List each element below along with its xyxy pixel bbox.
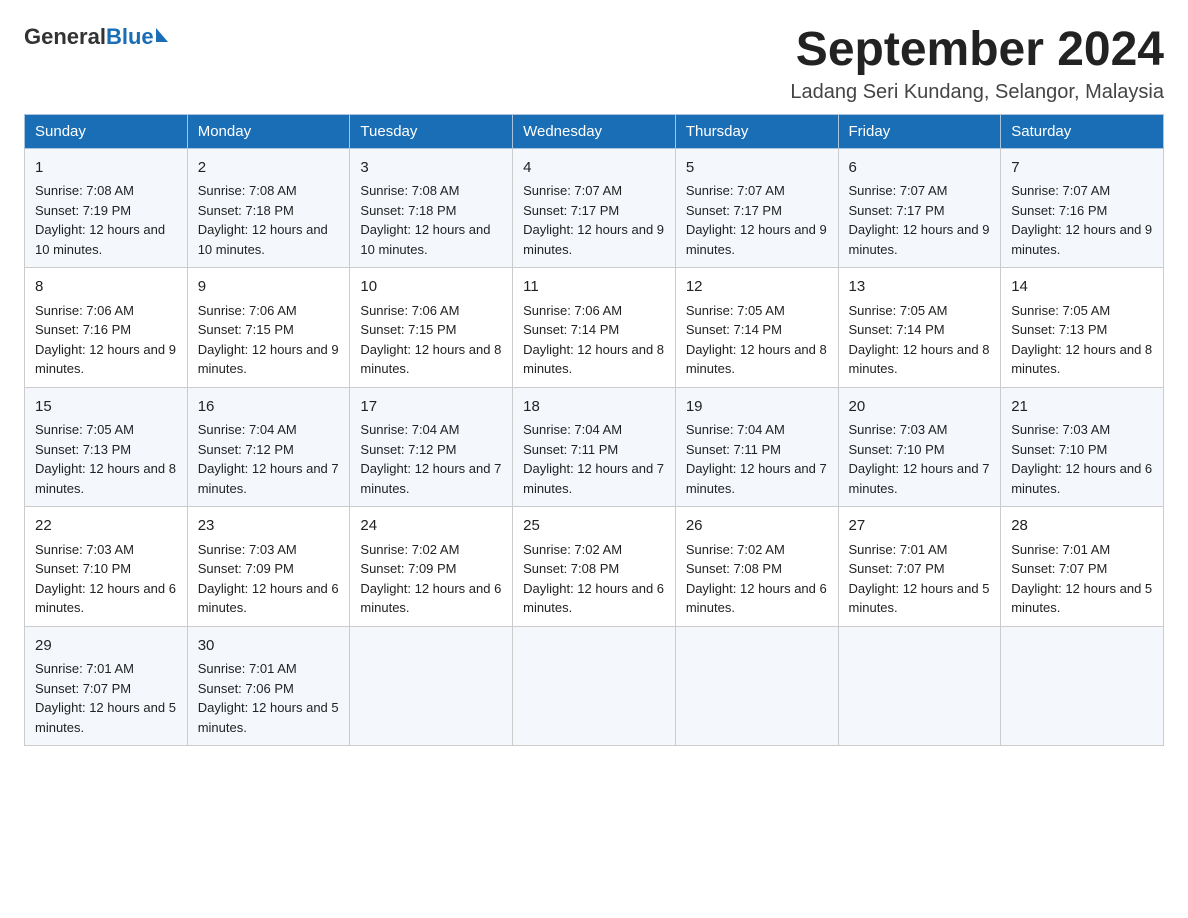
day-number: 13: [849, 276, 991, 299]
calendar-day-cell: [513, 626, 676, 746]
calendar-day-cell: 15Sunrise: 7:05 AMSunset: 7:13 PMDayligh…: [25, 387, 188, 507]
month-title: September 2024: [790, 24, 1164, 77]
calendar-day-cell: 24Sunrise: 7:02 AMSunset: 7:09 PMDayligh…: [350, 507, 513, 627]
day-number: 18: [523, 396, 665, 419]
day-number: 28: [1011, 515, 1153, 538]
day-number: 30: [198, 635, 340, 658]
calendar-day-cell: 13Sunrise: 7:05 AMSunset: 7:14 PMDayligh…: [838, 268, 1001, 388]
day-number: 2: [198, 157, 340, 180]
col-thursday: Thursday: [675, 114, 838, 148]
day-number: 20: [849, 396, 991, 419]
calendar-week-row: 8Sunrise: 7:06 AMSunset: 7:16 PMDaylight…: [25, 268, 1164, 388]
calendar-day-cell: 26Sunrise: 7:02 AMSunset: 7:08 PMDayligh…: [675, 507, 838, 627]
calendar-day-cell: 21Sunrise: 7:03 AMSunset: 7:10 PMDayligh…: [1001, 387, 1164, 507]
col-saturday: Saturday: [1001, 114, 1164, 148]
calendar-table: Sunday Monday Tuesday Wednesday Thursday…: [24, 114, 1164, 747]
calendar-day-cell: [838, 626, 1001, 746]
calendar-day-cell: 28Sunrise: 7:01 AMSunset: 7:07 PMDayligh…: [1001, 507, 1164, 627]
calendar-day-cell: 29Sunrise: 7:01 AMSunset: 7:07 PMDayligh…: [25, 626, 188, 746]
day-number: 16: [198, 396, 340, 419]
calendar-day-cell: 4Sunrise: 7:07 AMSunset: 7:17 PMDaylight…: [513, 148, 676, 268]
logo: General Blue: [24, 24, 168, 50]
calendar-day-cell: 23Sunrise: 7:03 AMSunset: 7:09 PMDayligh…: [187, 507, 350, 627]
day-number: 23: [198, 515, 340, 538]
day-number: 26: [686, 515, 828, 538]
calendar-week-row: 29Sunrise: 7:01 AMSunset: 7:07 PMDayligh…: [25, 626, 1164, 746]
calendar-day-cell: [350, 626, 513, 746]
calendar-day-cell: 30Sunrise: 7:01 AMSunset: 7:06 PMDayligh…: [187, 626, 350, 746]
day-number: 12: [686, 276, 828, 299]
day-number: 25: [523, 515, 665, 538]
col-sunday: Sunday: [25, 114, 188, 148]
calendar-day-cell: 10Sunrise: 7:06 AMSunset: 7:15 PMDayligh…: [350, 268, 513, 388]
logo-triangle-icon: [156, 28, 168, 42]
day-number: 17: [360, 396, 502, 419]
page-header: General Blue September 2024 Ladang Seri …: [24, 24, 1164, 104]
calendar-day-cell: 7Sunrise: 7:07 AMSunset: 7:16 PMDaylight…: [1001, 148, 1164, 268]
day-number: 14: [1011, 276, 1153, 299]
day-number: 19: [686, 396, 828, 419]
day-header-row: Sunday Monday Tuesday Wednesday Thursday…: [25, 114, 1164, 148]
calendar-day-cell: 5Sunrise: 7:07 AMSunset: 7:17 PMDaylight…: [675, 148, 838, 268]
calendar-day-cell: 18Sunrise: 7:04 AMSunset: 7:11 PMDayligh…: [513, 387, 676, 507]
day-number: 24: [360, 515, 502, 538]
calendar-day-cell: [675, 626, 838, 746]
day-number: 7: [1011, 157, 1153, 180]
day-number: 5: [686, 157, 828, 180]
day-number: 1: [35, 157, 177, 180]
day-number: 3: [360, 157, 502, 180]
calendar-day-cell: 16Sunrise: 7:04 AMSunset: 7:12 PMDayligh…: [187, 387, 350, 507]
day-number: 22: [35, 515, 177, 538]
logo-blue-text: Blue: [106, 24, 154, 50]
calendar-week-row: 15Sunrise: 7:05 AMSunset: 7:13 PMDayligh…: [25, 387, 1164, 507]
calendar-week-row: 22Sunrise: 7:03 AMSunset: 7:10 PMDayligh…: [25, 507, 1164, 627]
day-number: 6: [849, 157, 991, 180]
day-number: 21: [1011, 396, 1153, 419]
calendar-body: 1Sunrise: 7:08 AMSunset: 7:19 PMDaylight…: [25, 148, 1164, 746]
day-number: 8: [35, 276, 177, 299]
day-number: 10: [360, 276, 502, 299]
day-number: 4: [523, 157, 665, 180]
calendar-day-cell: 17Sunrise: 7:04 AMSunset: 7:12 PMDayligh…: [350, 387, 513, 507]
calendar-day-cell: 8Sunrise: 7:06 AMSunset: 7:16 PMDaylight…: [25, 268, 188, 388]
day-number: 15: [35, 396, 177, 419]
logo-general-text: General: [24, 24, 106, 50]
calendar-day-cell: 1Sunrise: 7:08 AMSunset: 7:19 PMDaylight…: [25, 148, 188, 268]
day-number: 27: [849, 515, 991, 538]
calendar-day-cell: [1001, 626, 1164, 746]
col-tuesday: Tuesday: [350, 114, 513, 148]
col-friday: Friday: [838, 114, 1001, 148]
day-number: 11: [523, 276, 665, 299]
calendar-day-cell: 3Sunrise: 7:08 AMSunset: 7:18 PMDaylight…: [350, 148, 513, 268]
logo-blue-container: Blue: [106, 24, 168, 50]
col-wednesday: Wednesday: [513, 114, 676, 148]
col-monday: Monday: [187, 114, 350, 148]
calendar-day-cell: 19Sunrise: 7:04 AMSunset: 7:11 PMDayligh…: [675, 387, 838, 507]
calendar-day-cell: 20Sunrise: 7:03 AMSunset: 7:10 PMDayligh…: [838, 387, 1001, 507]
calendar-day-cell: 6Sunrise: 7:07 AMSunset: 7:17 PMDaylight…: [838, 148, 1001, 268]
day-number: 9: [198, 276, 340, 299]
calendar-day-cell: 12Sunrise: 7:05 AMSunset: 7:14 PMDayligh…: [675, 268, 838, 388]
day-number: 29: [35, 635, 177, 658]
calendar-day-cell: 27Sunrise: 7:01 AMSunset: 7:07 PMDayligh…: [838, 507, 1001, 627]
calendar-day-cell: 22Sunrise: 7:03 AMSunset: 7:10 PMDayligh…: [25, 507, 188, 627]
calendar-header: Sunday Monday Tuesday Wednesday Thursday…: [25, 114, 1164, 148]
calendar-day-cell: 11Sunrise: 7:06 AMSunset: 7:14 PMDayligh…: [513, 268, 676, 388]
calendar-week-row: 1Sunrise: 7:08 AMSunset: 7:19 PMDaylight…: [25, 148, 1164, 268]
calendar-day-cell: 2Sunrise: 7:08 AMSunset: 7:18 PMDaylight…: [187, 148, 350, 268]
title-block: September 2024 Ladang Seri Kundang, Sela…: [790, 24, 1164, 104]
calendar-day-cell: 14Sunrise: 7:05 AMSunset: 7:13 PMDayligh…: [1001, 268, 1164, 388]
location-title: Ladang Seri Kundang, Selangor, Malaysia: [790, 81, 1164, 104]
calendar-day-cell: 9Sunrise: 7:06 AMSunset: 7:15 PMDaylight…: [187, 268, 350, 388]
calendar-day-cell: 25Sunrise: 7:02 AMSunset: 7:08 PMDayligh…: [513, 507, 676, 627]
